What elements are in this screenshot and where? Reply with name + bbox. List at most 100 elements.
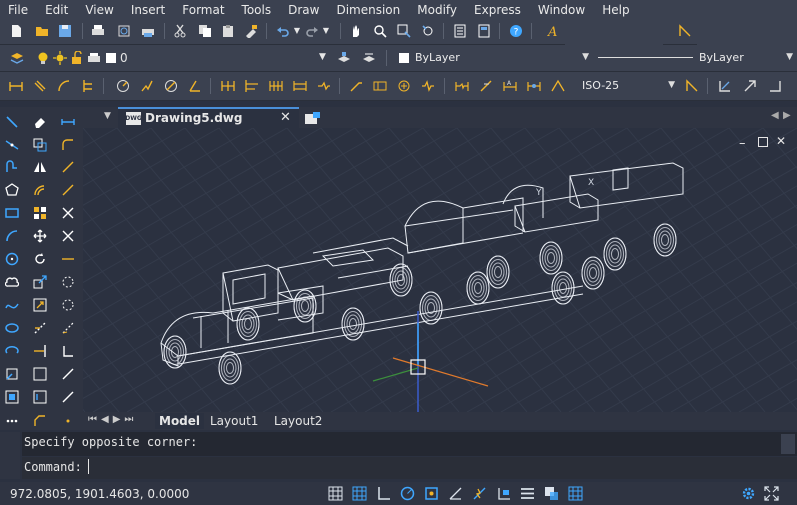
- zoom-realtime-icon[interactable]: [373, 24, 387, 38]
- layer-name[interactable]: 0: [120, 51, 128, 65]
- ordinate-dimension-icon[interactable]: [81, 79, 95, 93]
- tab-list-chevron-icon[interactable]: ▼: [104, 111, 111, 121]
- polygon-icon[interactable]: [4, 182, 20, 198]
- rotate-icon[interactable]: [32, 251, 48, 267]
- insert-block-icon[interactable]: [4, 366, 20, 382]
- ellipse-arc-icon[interactable]: [4, 343, 20, 359]
- palette-point-icon[interactable]: [60, 413, 76, 429]
- snap-toggle-icon[interactable]: [352, 486, 367, 501]
- osnap-toggle-icon[interactable]: [424, 486, 439, 501]
- oblique-dimension-icon[interactable]: [743, 79, 757, 93]
- match-properties-icon[interactable]: [244, 24, 258, 38]
- menu-modify[interactable]: Modify: [409, 3, 466, 17]
- dimension-line-icon[interactable]: [60, 114, 76, 130]
- dimension-update-icon[interactable]: [527, 79, 541, 93]
- fullscreen-icon[interactable]: [764, 486, 779, 501]
- join-icon[interactable]: [32, 389, 48, 405]
- revision-cloud-icon[interactable]: [4, 274, 20, 290]
- offset-icon[interactable]: [32, 182, 48, 198]
- print-preview-icon[interactable]: [117, 24, 131, 38]
- new-file-icon[interactable]: [9, 24, 23, 38]
- dimension-space-icon[interactable]: [293, 79, 307, 93]
- command-window-grip[interactable]: [0, 432, 20, 479]
- explode-alt-icon[interactable]: [60, 228, 76, 244]
- menu-edit[interactable]: Edit: [37, 3, 77, 17]
- arc-length-icon[interactable]: [57, 79, 71, 93]
- construction-line-icon[interactable]: [4, 137, 20, 153]
- reassociate-dimension-icon[interactable]: [718, 79, 732, 93]
- ortho-toggle-icon[interactable]: [376, 486, 391, 501]
- circle-icon[interactable]: [4, 251, 20, 267]
- erase-icon[interactable]: [32, 114, 48, 130]
- tab-scroll-right-icon[interactable]: ▶: [783, 110, 791, 121]
- jogged-dimension-icon[interactable]: [140, 79, 154, 93]
- dimension-arrow-icon[interactable]: [768, 79, 782, 93]
- otrack-toggle-icon[interactable]: [448, 486, 463, 501]
- bulb-on-icon[interactable]: [36, 51, 50, 65]
- divide-icon[interactable]: [60, 366, 76, 382]
- break-icon[interactable]: [32, 366, 48, 382]
- spline-icon[interactable]: [4, 297, 20, 313]
- menu-file[interactable]: File: [0, 3, 37, 17]
- ray-icon[interactable]: [60, 159, 76, 175]
- leader-icon[interactable]: [349, 79, 363, 93]
- mirror-icon[interactable]: [32, 159, 48, 175]
- scale-icon[interactable]: [32, 274, 48, 290]
- menu-express[interactable]: Express: [466, 3, 530, 17]
- linetype-control-dropdown[interactable]: ByLayer ▼: [593, 49, 797, 66]
- make-block-icon[interactable]: [4, 389, 20, 405]
- radius-dimension-icon[interactable]: [116, 79, 130, 93]
- rectangle-icon[interactable]: [4, 205, 20, 221]
- lineweight-toggle-icon[interactable]: [520, 486, 535, 501]
- tab-layout1[interactable]: Layout1: [206, 413, 262, 429]
- tab-layout2[interactable]: Layout2: [270, 413, 326, 429]
- close-viewport-icon[interactable]: ✕: [776, 134, 786, 148]
- extend-icon[interactable]: [32, 343, 48, 359]
- baseline-dimension-icon[interactable]: [245, 79, 259, 93]
- restore-viewport-icon[interactable]: [758, 137, 768, 147]
- zoom-previous-icon[interactable]: [421, 24, 435, 38]
- menu-view[interactable]: View: [77, 3, 122, 17]
- unlock-icon[interactable]: [70, 51, 84, 65]
- copy-object-icon[interactable]: [32, 137, 48, 153]
- close-tab-icon[interactable]: ✕: [280, 110, 291, 125]
- explode-icon[interactable]: [60, 205, 76, 221]
- grid-toggle-icon[interactable]: [328, 486, 343, 501]
- stretch-icon[interactable]: [32, 297, 48, 313]
- linear-dimension-icon[interactable]: [9, 79, 23, 93]
- undo-dropdown-icon[interactable]: ▼: [290, 24, 304, 38]
- fillet-icon[interactable]: [60, 137, 76, 153]
- zoom-window-icon[interactable]: [397, 24, 411, 38]
- tab-scroll-left-icon[interactable]: ◀: [771, 110, 779, 121]
- dimension-break-icon[interactable]: [317, 79, 331, 93]
- layout-nav-icons[interactable]: ⏮◀▶⏭: [88, 414, 137, 425]
- menu-dimension[interactable]: Dimension: [328, 3, 409, 17]
- ellipse-icon[interactable]: [4, 320, 20, 336]
- model-viewport[interactable]: X Y – ✕: [83, 128, 797, 412]
- undo-icon[interactable]: [276, 24, 290, 38]
- tab-model[interactable]: Model: [155, 413, 205, 429]
- region-icon[interactable]: [60, 274, 76, 290]
- paste-icon[interactable]: [221, 24, 235, 38]
- quick-dimension-icon[interactable]: [221, 79, 235, 93]
- dimension-text-edit-icon[interactable]: A: [503, 79, 517, 93]
- trim-icon[interactable]: [32, 320, 48, 336]
- arc-icon[interactable]: [4, 228, 20, 244]
- save-icon[interactable]: [58, 24, 72, 38]
- aligned-dimension-icon[interactable]: [33, 79, 47, 93]
- design-center-icon[interactable]: [477, 24, 491, 38]
- move-icon[interactable]: [32, 228, 48, 244]
- redo-dropdown-icon[interactable]: ▼: [319, 24, 333, 38]
- copy-icon[interactable]: [198, 24, 212, 38]
- new-tab-icon[interactable]: [304, 110, 321, 124]
- center-mark-icon[interactable]: [397, 79, 411, 93]
- xline-icon[interactable]: [60, 182, 76, 198]
- chamfer-icon[interactable]: [32, 413, 48, 429]
- boundary-icon[interactable]: [60, 297, 76, 313]
- dimension-style-manager-icon[interactable]: [685, 79, 699, 93]
- cut-icon[interactable]: [173, 24, 187, 38]
- selection-cycling-icon[interactable]: [568, 486, 583, 501]
- dimension-style-dropdown[interactable]: ISO-25 ▼: [579, 77, 679, 94]
- dynamic-ucs-icon[interactable]: [472, 486, 487, 501]
- dimension-override-icon[interactable]: [551, 79, 565, 93]
